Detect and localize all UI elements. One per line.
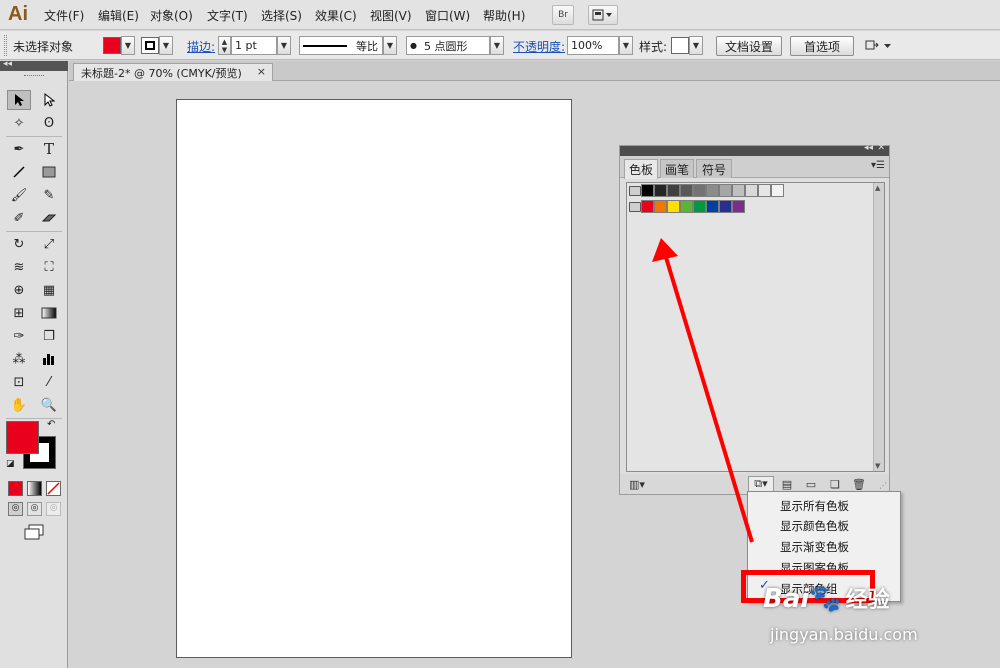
- watermark-url: jingyan.baidu.com: [770, 625, 918, 644]
- arrow-head: [652, 238, 678, 262]
- annotation-arrow: [652, 238, 754, 543]
- watermark-brand: Bai🐾 经验: [763, 582, 890, 614]
- arrow-shaft: [663, 253, 754, 543]
- watermark-brand-prefix: Bai: [763, 584, 810, 614]
- watermark-paw-icon: 🐾: [809, 584, 842, 614]
- watermark-brand-suffix: 经验: [845, 588, 890, 613]
